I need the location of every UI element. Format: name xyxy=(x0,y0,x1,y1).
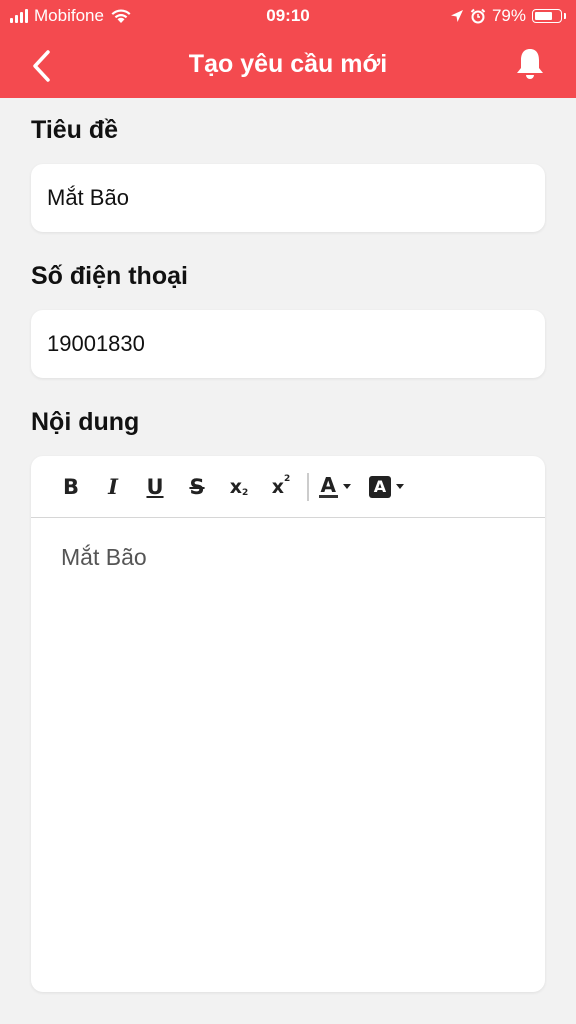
font-color-icon: A xyxy=(318,473,338,498)
superscript-small: 2 xyxy=(284,473,291,484)
battery-icon xyxy=(532,9,562,23)
title-label: Tiêu đề xyxy=(31,116,119,144)
subscript-label: x xyxy=(229,475,242,498)
alarm-icon xyxy=(470,8,486,24)
superscript-label: x xyxy=(271,475,284,498)
bell-icon[interactable] xyxy=(514,46,546,82)
subscript-small: 2 xyxy=(242,487,249,498)
phone-label: Số điện thoại xyxy=(31,262,188,290)
battery-tip xyxy=(564,13,566,19)
strikethrough-button[interactable]: S xyxy=(179,469,215,505)
bold-button[interactable]: B xyxy=(53,469,89,505)
rich-text-editor: B I U S x2 x2 A A Mắt Bão xyxy=(31,456,545,992)
location-arrow-icon xyxy=(450,10,463,22)
editor-toolbar: B I U S x2 x2 A A xyxy=(31,456,545,518)
title-input[interactable] xyxy=(31,164,545,232)
status-right: 79% xyxy=(450,6,566,26)
title-field-container xyxy=(31,164,545,232)
status-bar: Mobifone 09:10 79% xyxy=(0,0,576,32)
nav-bar: Tạo yêu cầu mới xyxy=(0,32,576,98)
phone-input[interactable] xyxy=(31,310,545,378)
battery-percent: 79% xyxy=(491,6,526,25)
page-title: Tạo yêu cầu mới xyxy=(188,50,388,78)
app-header: Mobifone 09:10 79% Tạo yêu cầu mới xyxy=(0,0,576,98)
underline-button[interactable]: U xyxy=(137,469,173,505)
battery-fill xyxy=(535,12,553,20)
caret-down-icon xyxy=(395,484,404,489)
background-color-dropdown[interactable]: A xyxy=(368,469,404,505)
subscript-button[interactable]: x2 xyxy=(221,469,257,505)
font-color-dropdown[interactable]: A xyxy=(318,469,351,505)
phone-field-container xyxy=(31,310,545,378)
caret-down-icon xyxy=(342,484,351,489)
content-label: Nội dung xyxy=(31,408,140,436)
superscript-button[interactable]: x2 xyxy=(263,469,299,505)
italic-button[interactable]: I xyxy=(95,469,131,505)
toolbar-divider xyxy=(307,472,309,501)
editor-content[interactable]: Mắt Bão xyxy=(31,518,545,597)
background-color-icon: A xyxy=(368,475,391,498)
